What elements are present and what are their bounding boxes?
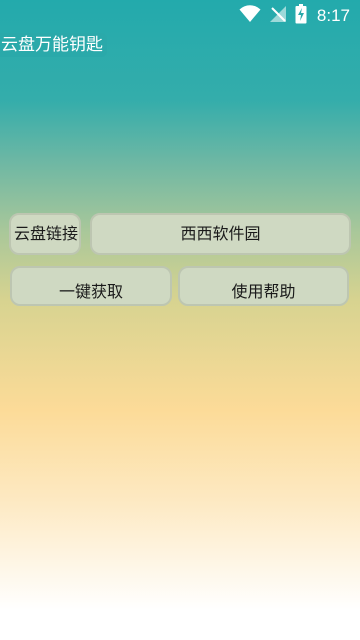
one-click-fetch-button[interactable]: 一键获取 (10, 266, 172, 306)
app-title: 云盘万能钥匙 (0, 33, 107, 57)
cloud-link-button[interactable]: 云盘链接 (9, 213, 81, 255)
battery-charging-icon (295, 4, 307, 28)
status-icons: 8:17 (239, 4, 350, 28)
signal-off-icon (269, 5, 287, 27)
status-time: 8:17 (316, 6, 350, 25)
usage-help-button[interactable]: 使用帮助 (178, 266, 349, 306)
wifi-icon (239, 5, 261, 27)
xixi-site-button[interactable]: 西西软件园 (90, 213, 351, 255)
status-bar: 8:17 (0, 0, 360, 32)
